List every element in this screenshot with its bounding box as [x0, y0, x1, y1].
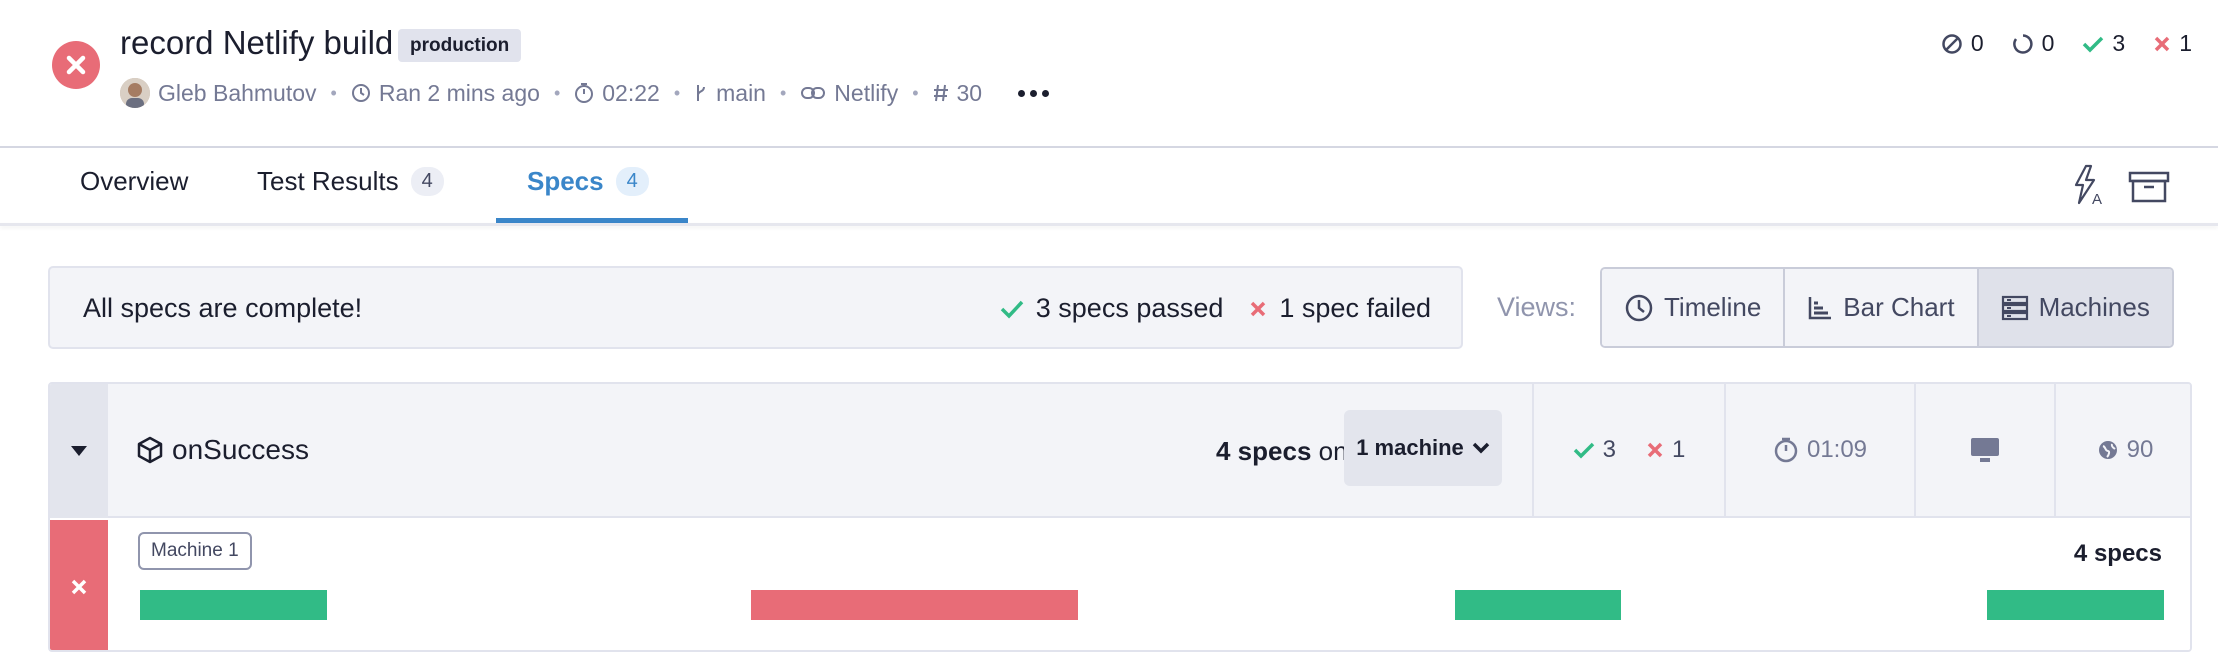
- tab-test-results[interactable]: Test Results 4: [257, 166, 444, 197]
- stopwatch-icon: [1773, 436, 1799, 464]
- run-duration: 02:22: [574, 80, 660, 107]
- spec-bar[interactable]: [1455, 590, 1621, 620]
- flash-a-icon[interactable]: A: [2070, 163, 2104, 207]
- views-label: Views:: [1497, 292, 1577, 322]
- run-title: record Netlify build: [120, 24, 394, 61]
- divider: [0, 223, 2218, 226]
- view-timeline-button[interactable]: Timeline: [1602, 269, 1786, 346]
- failed-count: 1: [2153, 30, 2192, 57]
- x-icon: [2153, 35, 2171, 53]
- view-switcher: Timeline Bar Chart Machines: [1600, 267, 2174, 348]
- cube-icon: [136, 436, 164, 464]
- spec-bar[interactable]: [140, 590, 327, 620]
- archive-icon[interactable]: [2128, 170, 2170, 204]
- tab-specs[interactable]: Specs 4: [527, 166, 649, 197]
- integration[interactable]: Netlify: [800, 80, 898, 107]
- spec-bar[interactable]: [1987, 590, 2164, 620]
- group-results: 3 1: [1532, 384, 1724, 516]
- ran-time: Ran 2 mins ago: [351, 80, 540, 107]
- machines-dropdown[interactable]: 1 machine: [1344, 410, 1502, 486]
- spec-bar[interactable]: [751, 590, 1078, 620]
- machines-icon: [2001, 295, 2029, 321]
- author[interactable]: Gleb Bahmutov: [120, 78, 317, 108]
- environment-badge: production: [398, 29, 522, 62]
- specs-failed: 1 spec failed: [1249, 293, 1431, 324]
- svg-text:A: A: [2092, 191, 2102, 207]
- branch-icon: [694, 83, 708, 103]
- tab-count-badge: 4: [615, 167, 649, 196]
- check-icon: [2082, 35, 2104, 53]
- x-icon: [1646, 441, 1664, 459]
- spec-group-card: onSuccess 4 specs on 1 machine 3 1 01:09: [48, 382, 2192, 652]
- skipped-icon: [1941, 33, 1963, 55]
- pending-count: 0: [2012, 30, 2054, 57]
- run-number: 30: [933, 80, 982, 107]
- caret-down-icon[interactable]: [50, 384, 108, 518]
- x-icon: [1249, 300, 1267, 318]
- group-spec-count: 4 specs on: [1216, 436, 1348, 466]
- group-name: onSuccess: [172, 434, 309, 465]
- pending-icon: [2012, 33, 2034, 55]
- group-duration: 01:09: [1724, 384, 1914, 516]
- check-icon: [1000, 299, 1024, 319]
- skipped-count: 0: [1941, 30, 1984, 57]
- bar-chart-icon: [1807, 295, 1833, 321]
- completion-summary: All specs are complete! 3 specs passed 1…: [48, 266, 1463, 349]
- machine-spec-count: 4 specs: [2073, 540, 2162, 567]
- result-counts: 0 0 3 1: [1941, 30, 2192, 57]
- run-status-failed-icon: [52, 41, 100, 89]
- machine-tag: Machine 1: [138, 532, 252, 570]
- avatar: [120, 78, 150, 108]
- run-meta: Gleb Bahmutov • Ran 2 mins ago • 02:22 •…: [120, 76, 1050, 110]
- passed-count: 3: [2082, 30, 2125, 57]
- timeline-icon: [1624, 293, 1654, 323]
- group-header[interactable]: onSuccess 4 specs on 1 machine 3 1 01:09: [50, 384, 2190, 518]
- completion-message: All specs are complete!: [83, 293, 363, 323]
- link-icon: [800, 85, 826, 101]
- tab-count-badge: 4: [410, 167, 444, 196]
- more-icon[interactable]: [1018, 89, 1050, 97]
- machine-row[interactable]: Machine 1 4 specs: [50, 520, 2190, 650]
- view-machines-button[interactable]: Machines: [1978, 269, 2172, 346]
- branch[interactable]: main: [694, 80, 766, 107]
- specs-passed: 3 specs passed: [1000, 293, 1223, 324]
- chevron-down-icon: [1472, 442, 1490, 454]
- author-name: Gleb Bahmutov: [158, 79, 317, 106]
- group-score: 90: [2054, 384, 2190, 516]
- check-icon: [1573, 441, 1595, 459]
- hash-icon: [933, 84, 949, 102]
- divider: [0, 146, 2218, 148]
- machine-failed-icon: [50, 520, 108, 650]
- stopwatch-icon: [574, 82, 594, 104]
- globe-icon: [2097, 439, 2119, 461]
- monitor-icon: [1914, 384, 2054, 516]
- tab-overview[interactable]: Overview: [80, 166, 188, 197]
- clock-icon: [351, 83, 371, 103]
- view-bar-chart-button[interactable]: Bar Chart: [1785, 269, 1979, 346]
